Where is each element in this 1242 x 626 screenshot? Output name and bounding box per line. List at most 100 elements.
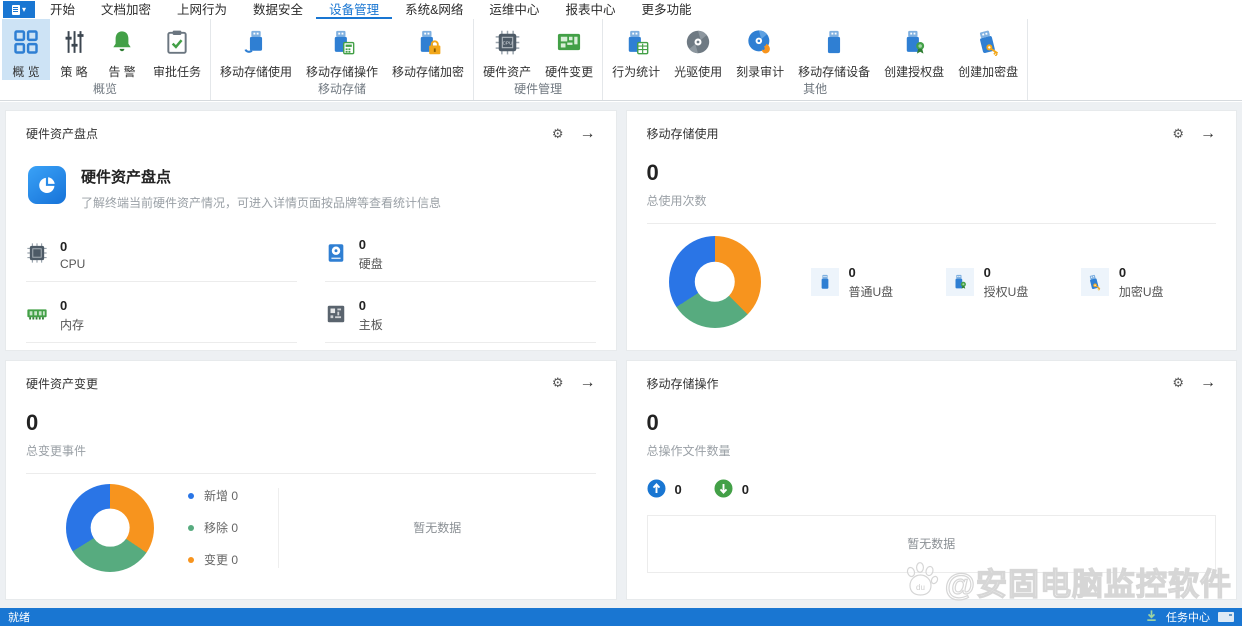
ribbon-button-create-authorized-disk[interactable]: 创建授权盘 <box>877 19 951 80</box>
stat-disk: 0 硬盘 <box>324 237 596 282</box>
arrow-right-icon[interactable]: → <box>1200 125 1216 142</box>
ribbon-button-label: 告 警 <box>108 65 136 79</box>
ribbon-button-overview[interactable]: 概 览 <box>2 19 50 80</box>
empty-state-text: 暂无数据 <box>907 537 956 551</box>
ribbon-button-label: 移动存储操作 <box>306 65 379 79</box>
download-status-icon[interactable] <box>1145 609 1158 625</box>
status-ready-text: 就绪 <box>8 612 30 624</box>
usb-lock-icon <box>414 26 442 58</box>
menu-item-more-features[interactable]: 更多功能 <box>628 0 704 19</box>
ribbon-button-label: 创建加密盘 <box>958 65 1019 79</box>
legend-value: 0 <box>231 489 239 503</box>
arrow-right-icon[interactable]: → <box>580 375 596 391</box>
usb-device-icon <box>820 26 848 58</box>
stat-value: 0 <box>848 264 856 280</box>
usb-key-small-icon <box>1080 268 1109 296</box>
task-center-link[interactable]: 任务中心 <box>1166 609 1210 625</box>
legend-value: 0 <box>231 521 239 535</box>
cpu-chip-icon: CPU <box>494 26 521 58</box>
gear-icon[interactable]: ⚙ <box>1172 375 1184 391</box>
ribbon-group-hardware: CPU 硬件资产 硬件变更 硬件管理 <box>474 19 604 100</box>
total-change-label: 总变更事件 <box>26 443 87 458</box>
sliders-icon <box>61 26 87 58</box>
usage-donut-chart <box>668 236 761 328</box>
ribbon-button-create-encrypted-disk[interactable]: 创建加密盘 <box>951 19 1025 80</box>
ribbon-button-label: 行为统计 <box>612 65 661 79</box>
ribbon-button-label: 硬件资产 <box>483 65 532 79</box>
ribbon-button-label: 创建授权盘 <box>884 65 945 79</box>
ribbon-button-storage-encrypt[interactable]: 移动存储加密 <box>385 19 471 80</box>
menu-item-system-network[interactable]: 系统&网络 <box>392 0 476 19</box>
stat-value: 0 <box>60 298 68 313</box>
total-change-count: 0 <box>26 409 39 435</box>
upload-arrow-icon <box>647 479 666 501</box>
upload-stat: 0 <box>647 479 682 501</box>
total-operation-label: 总操作文件数量 <box>646 443 731 458</box>
ribbon-button-label: 审批任务 <box>153 65 202 79</box>
usb-badge-icon <box>900 26 928 58</box>
ribbon-group-overview: 概 览 策 略 告 警 审批任务 概览 <box>0 19 212 100</box>
divider <box>26 472 596 474</box>
gear-icon[interactable]: ⚙ <box>552 375 564 391</box>
ram-icon <box>26 303 48 328</box>
card-storage-usage: 移动存储使用 ⚙ → 0 总使用次数 0 普通U盘 0 授权U盘 0 加密U盘 <box>625 110 1237 351</box>
download-stat: 0 <box>714 479 749 501</box>
ribbon-button-alert[interactable]: 告 警 <box>98 19 146 80</box>
app-menu-button[interactable]: ▾ <box>3 1 35 18</box>
menu-item-doc-encrypt[interactable]: 文档加密 <box>88 0 164 19</box>
gear-icon[interactable]: ⚙ <box>1172 126 1184 142</box>
legend-name: 移除 <box>204 521 229 535</box>
ribbon-button-hardware-assets[interactable]: CPU 硬件资产 <box>476 19 538 80</box>
ribbon-button-storage-operation[interactable]: 移动存储操作 <box>299 19 385 80</box>
change-legend: 新增 0 移除 0 变更 0 <box>188 487 238 568</box>
menu-item-start[interactable]: 开始 <box>37 0 88 19</box>
ribbon-button-storage-devices[interactable]: 移动存储设备 <box>791 19 877 80</box>
total-usage-count: 0 <box>646 160 659 185</box>
arrow-right-icon[interactable]: → <box>1200 375 1216 391</box>
ribbon-button-label: 移动存储设备 <box>798 65 871 79</box>
stat-label: 内存 <box>60 318 85 332</box>
feature-description: 了解终端当前硬件资产情况，可进入详情页面按品牌等查看统计信息 <box>81 196 442 210</box>
ribbon-button-behavior-stats[interactable]: 行为统计 <box>605 19 667 80</box>
change-donut-chart <box>66 483 154 572</box>
ribbon-group-label: 概览 <box>93 82 118 96</box>
menu-item-web-behavior[interactable]: 上网行为 <box>164 0 240 19</box>
usb-plain-icon <box>810 268 839 296</box>
total-operation-count: 0 <box>646 409 659 435</box>
chevron-down-icon: ▾ <box>21 4 26 14</box>
ribbon-button-label: 刻录审计 <box>736 65 785 79</box>
ribbon-button-approval-tasks[interactable]: 审批任务 <box>146 19 208 80</box>
total-usage-label: 总使用次数 <box>646 194 707 208</box>
menu-item-device-management[interactable]: 设备管理 <box>316 0 393 19</box>
bell-icon <box>109 26 135 58</box>
status-bar: 就绪 任务中心 <box>0 608 1242 626</box>
legend-name: 变更 <box>204 553 229 567</box>
keyboard-icon[interactable] <box>1218 612 1234 622</box>
feature-title: 硬件资产盘点 <box>81 169 172 186</box>
ribbon-button-policy[interactable]: 策 略 <box>50 19 98 80</box>
legend-item-changed: 变更 0 <box>188 551 238 568</box>
donut-hole <box>694 261 735 303</box>
stat-label: 主板 <box>358 318 383 332</box>
stat-value: 0 <box>358 298 366 313</box>
ribbon-button-optical-usage[interactable]: 光驱使用 <box>667 19 729 80</box>
ribbon-button-hardware-change[interactable]: 硬件变更 <box>538 19 600 80</box>
menu-item-data-security[interactable]: 数据安全 <box>240 0 316 19</box>
overview-grid-icon <box>12 26 40 58</box>
arrow-right-icon[interactable]: → <box>580 125 596 142</box>
card-hardware-change: 硬件资产变更 ⚙ → 0 总变更事件 新增 0 移除 0 变更 0 暂无数据 <box>5 359 617 600</box>
ribbon-button-burn-audit[interactable]: 刻录审计 <box>729 19 791 80</box>
ribbon-toolbar: 概 览 策 略 告 警 审批任务 概览 移动存储使用 移动存储操作 移动存储加密… <box>0 19 1242 101</box>
donut-hole <box>90 508 130 547</box>
menu-item-ops-center[interactable]: 运维中心 <box>476 0 552 19</box>
stat-cpu: 0 CPU <box>26 237 297 282</box>
ribbon-button-storage-usage[interactable]: 移动存储使用 <box>213 19 299 80</box>
gear-icon[interactable]: ⚙ <box>552 126 564 142</box>
stat-label: 加密U盘 <box>1118 284 1164 299</box>
menu-item-report-center[interactable]: 报表中心 <box>552 0 628 19</box>
ribbon-button-label: 策 略 <box>60 65 88 79</box>
stat-label: 硬盘 <box>358 257 383 271</box>
card-title: 移动存储操作 <box>646 376 719 391</box>
menu-bar: ▾ 开始 文档加密 上网行为 数据安全 设备管理 系统&网络 运维中心 报表中心… <box>0 0 1242 19</box>
empty-state-box: 暂无数据 <box>646 514 1216 573</box>
